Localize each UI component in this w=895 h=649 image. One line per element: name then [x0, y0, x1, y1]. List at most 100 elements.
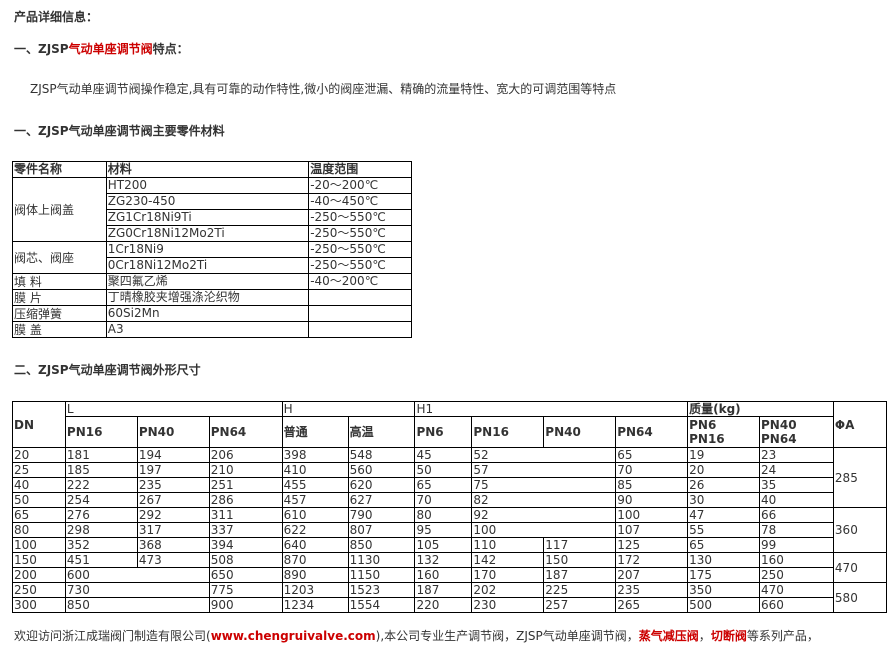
dims-cell: 210	[208, 462, 283, 478]
dims-cell: 235	[136, 477, 210, 493]
materials-header-cell: 零件名称	[12, 161, 107, 178]
valve-link[interactable]: 气动单座调节阀	[69, 42, 153, 56]
shutoff-valve-link[interactable]: 切断阀	[711, 629, 747, 643]
dims-cell: 65	[414, 477, 473, 493]
dims-cell: 1203	[281, 582, 349, 598]
part-name-cell: 阀体上阀盖	[12, 177, 107, 242]
temperature-cell	[308, 289, 412, 306]
dims-cell: 548	[347, 447, 416, 463]
dims-cell: 160	[414, 567, 473, 583]
dims-cell: 100	[471, 522, 617, 538]
temperature-cell	[308, 321, 412, 338]
dims-cell: 1234	[281, 597, 349, 613]
dims-cell: 660	[759, 597, 834, 613]
dims-cell: 200	[12, 567, 66, 583]
dims-cell: 298	[64, 522, 138, 538]
dims-cell: 65	[687, 537, 761, 553]
dims-cell: 473	[136, 552, 210, 568]
dims-cell: 23	[759, 447, 834, 463]
website-link[interactable]: www.chengruivalve.com	[211, 629, 376, 643]
dims-cell: 45	[414, 447, 473, 463]
dims-cell: 900	[208, 597, 283, 613]
dims-cell: 172	[615, 552, 689, 568]
dims-cell: 222	[64, 477, 138, 493]
part-name-cell: 膜 片	[12, 289, 107, 306]
materials-row: 阀芯、阀座 1Cr18Ni9 -250～550℃	[12, 241, 412, 274]
dims-cell: 300	[12, 597, 66, 613]
dims-subheader-cell: PN40	[543, 416, 617, 448]
dims-cell: 20	[687, 462, 761, 478]
dims-cell: 150	[543, 552, 617, 568]
dims-subheader-cell: PN40	[136, 416, 210, 448]
dims-cell: 850	[64, 597, 210, 613]
dims-cell: 19	[687, 447, 761, 463]
dims-cell: 470	[759, 582, 834, 598]
materials-title: 一、ZJSP气动单座调节阀主要零件材料	[14, 124, 225, 138]
dims-subheader-row: PN16 PN40 PN64 普通 高温 PN6 PN16 PN40 PN64 PN6 PN16 P…	[13, 416, 887, 448]
material-cell: A3	[105, 321, 310, 338]
footer-text-3: 等系列产品，	[746, 629, 819, 643]
material-cell: HT200	[105, 177, 310, 194]
dims-cell: 870	[281, 552, 349, 568]
material-cell: ZG0Cr18Ni12Mo2Ti	[105, 225, 310, 242]
materials-row: 压缩弹簧 60Si2Mn	[12, 305, 412, 322]
dims-cell: 265	[615, 597, 689, 613]
dims-cell: 80	[12, 522, 66, 538]
dims-cell: 78	[759, 522, 834, 538]
dims-cell: 35	[759, 477, 834, 493]
material-cell: 丁晴橡胶夹增强涤沦织物	[105, 289, 310, 306]
features-suffix: 特点：	[152, 42, 189, 56]
dims-cell: 235	[615, 582, 689, 598]
dims-cell: 170	[471, 567, 545, 583]
dims-cell: 600	[64, 567, 210, 583]
dims-cell: 368	[136, 537, 210, 553]
temperature-cell: -250～550℃	[308, 241, 412, 258]
dims-subheader-cell: PN64	[615, 416, 689, 448]
dims-row: 300 850 900 1234 1554 220 230 257 265 500 660	[12, 597, 887, 613]
phia-cell: 470	[832, 552, 888, 583]
dims-cell: 85	[615, 477, 689, 493]
dims-row: 65 276 292 311 610 790 80 92 100 47 66 360	[12, 507, 888, 553]
h-header: H	[281, 401, 416, 417]
dims-subheader-cell: 普通	[281, 416, 349, 448]
dims-cell: 220	[414, 597, 473, 613]
mass-header: 质量(kg)	[687, 401, 834, 417]
dims-cell: 337	[208, 522, 283, 538]
dims-cell: 197	[136, 462, 210, 478]
dims-cell: 20	[12, 447, 66, 463]
dims-subheader-cell: PN6 PN16	[687, 416, 761, 448]
dims-cell: 207	[615, 567, 689, 583]
dimensions-table: DN L H H1 质量(kg) ΦA PN16 PN40 PN64 普通 高温 PN6 PN16 PN4…	[12, 401, 888, 613]
dims-cell: 55	[687, 522, 761, 538]
dims-subheader-cell: PN16	[471, 416, 545, 448]
dims-cell: 187	[414, 582, 473, 598]
dims-cell: 66	[759, 507, 834, 523]
dims-cell: 80	[414, 507, 473, 523]
dims-cell: 1523	[347, 582, 416, 598]
dims-cell: 30	[687, 492, 761, 508]
temperature-cell: -40～450℃	[308, 193, 412, 210]
dims-cell: 276	[64, 507, 138, 523]
temperature-cell: -20～200℃	[308, 177, 412, 194]
steam-reducing-valve-link[interactable]: 蒸气减压阀	[639, 629, 699, 643]
dims-cell: 75	[471, 477, 617, 493]
material-cell: ZG230-450	[105, 193, 310, 210]
part-name-cell: 压缩弹簧	[12, 305, 107, 322]
footer-text-2: ),本公司专业生产调节阀，ZJSP气动单座调节阀，	[375, 629, 639, 643]
materials-header-row: 零件名称 材料 温度范围	[12, 161, 412, 178]
dims-cell: 1150	[347, 567, 416, 583]
dims-cell: 206	[208, 447, 283, 463]
dims-cell: 70	[414, 492, 473, 508]
dims-cell: 95	[414, 522, 473, 538]
dims-cell: 100	[615, 507, 689, 523]
dims-cell: 99	[759, 537, 834, 553]
dims-cell: 250	[12, 582, 66, 598]
dims-cell: 250	[759, 567, 834, 583]
temperature-cell: -250～550℃	[308, 225, 412, 242]
dims-cell: 50	[12, 492, 66, 508]
page-heading: 产品详细信息：	[14, 10, 99, 24]
dims-cell: 187	[543, 567, 617, 583]
features-prefix: 一、ZJSP	[14, 42, 69, 56]
dims-subheader-cell: 高温	[347, 416, 416, 448]
dims-cell: 65	[615, 447, 689, 463]
